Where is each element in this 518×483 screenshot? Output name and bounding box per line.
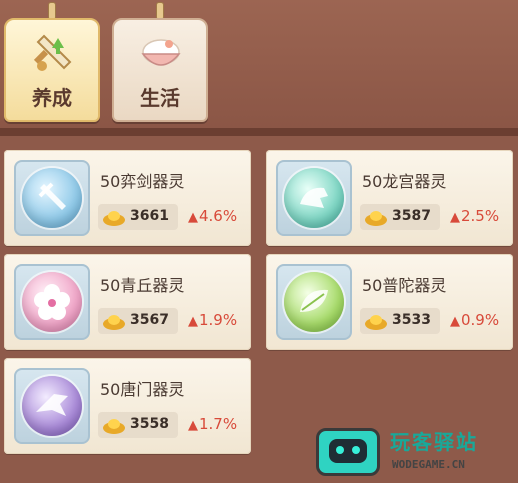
rice-bowl-icon [141, 39, 181, 66]
growth-value: 1.7% [199, 415, 238, 433]
score-pill: 3587 [360, 204, 440, 230]
gold-ingot-icon [365, 211, 387, 226]
spirit-card-longgong[interactable]: 50龙宫器灵 3587 ▲2.5% [266, 150, 513, 246]
score-pill: 3567 [98, 308, 178, 334]
up-arrow-icon: ▲ [450, 210, 460, 225]
growth-rate: ▲1.9% [188, 311, 237, 329]
score-pill: 3558 [98, 412, 178, 438]
score-value: 3558 [130, 416, 169, 432]
score-pill: 3533 [360, 308, 440, 334]
spirit-card-putuo[interactable]: 50普陀器灵 3533 ▲0.9% [266, 254, 513, 350]
crossbow-orb-icon [22, 376, 82, 436]
leaf-orb-icon [284, 272, 344, 332]
growth-value: 1.9% [199, 311, 238, 329]
flower-orb-icon [22, 272, 82, 332]
spirit-title: 50龙宫器灵 [362, 172, 447, 191]
up-arrow-icon: ▲ [188, 314, 198, 329]
growth-value: 4.6% [199, 207, 238, 225]
up-arrow-icon: ▲ [188, 418, 198, 433]
top-header: 养成 生活 [0, 0, 518, 136]
orb-frame [276, 264, 352, 340]
growth-rate: ▲1.7% [188, 415, 237, 433]
dragon-orb-icon [284, 168, 344, 228]
watermark: 玩客驿站 WODEGAME.CN [316, 426, 512, 478]
tab-cultivate[interactable]: 养成 [4, 18, 100, 122]
score-value: 3587 [392, 208, 431, 224]
tab-life[interactable]: 生活 [112, 18, 208, 122]
spirit-card-tangmen[interactable]: 50唐门器灵 3558 ▲1.7% [4, 358, 251, 454]
score-pill: 3661 [98, 204, 178, 230]
gold-ingot-icon [103, 419, 125, 434]
orb-frame [14, 368, 90, 444]
spirit-title: 50唐门器灵 [100, 380, 185, 399]
spirit-title: 50弈剑器灵 [100, 172, 185, 191]
growth-rate: ▲2.5% [450, 207, 499, 225]
orb-frame [14, 160, 90, 236]
watermark-text-cn: 玩客驿站 [390, 430, 478, 454]
score-value: 3661 [130, 208, 169, 224]
gold-ingot-icon [365, 315, 387, 330]
orb-frame [14, 264, 90, 340]
score-value: 3533 [392, 312, 431, 328]
orb-frame [276, 160, 352, 236]
up-arrow-icon: ▲ [188, 210, 198, 225]
header-divider [0, 128, 518, 136]
watermark-text-en: WODEGAME.CN [392, 458, 465, 471]
growth-value: 0.9% [461, 311, 500, 329]
gold-ingot-icon [103, 211, 125, 226]
growth-rate: ▲0.9% [450, 311, 499, 329]
spirit-title: 50普陀器灵 [362, 276, 447, 295]
tab-life-label: 生活 [140, 86, 180, 110]
spirit-title: 50青丘器灵 [100, 276, 185, 295]
spirit-card-yijian[interactable]: 50弈剑器灵 3661 ▲4.6% [4, 150, 251, 246]
tab-cultivate-label: 养成 [32, 86, 72, 110]
robot-logo-icon [316, 428, 380, 476]
sword-orb-icon [22, 168, 82, 228]
up-arrow-icon: ▲ [450, 314, 460, 329]
growth-rate: ▲4.6% [188, 207, 237, 225]
spirit-card-qingqiu[interactable]: 50青丘器灵 3567 ▲1.9% [4, 254, 251, 350]
growth-value: 2.5% [461, 207, 500, 225]
sword-icon [33, 34, 72, 71]
score-value: 3567 [130, 312, 169, 328]
gold-ingot-icon [103, 315, 125, 330]
